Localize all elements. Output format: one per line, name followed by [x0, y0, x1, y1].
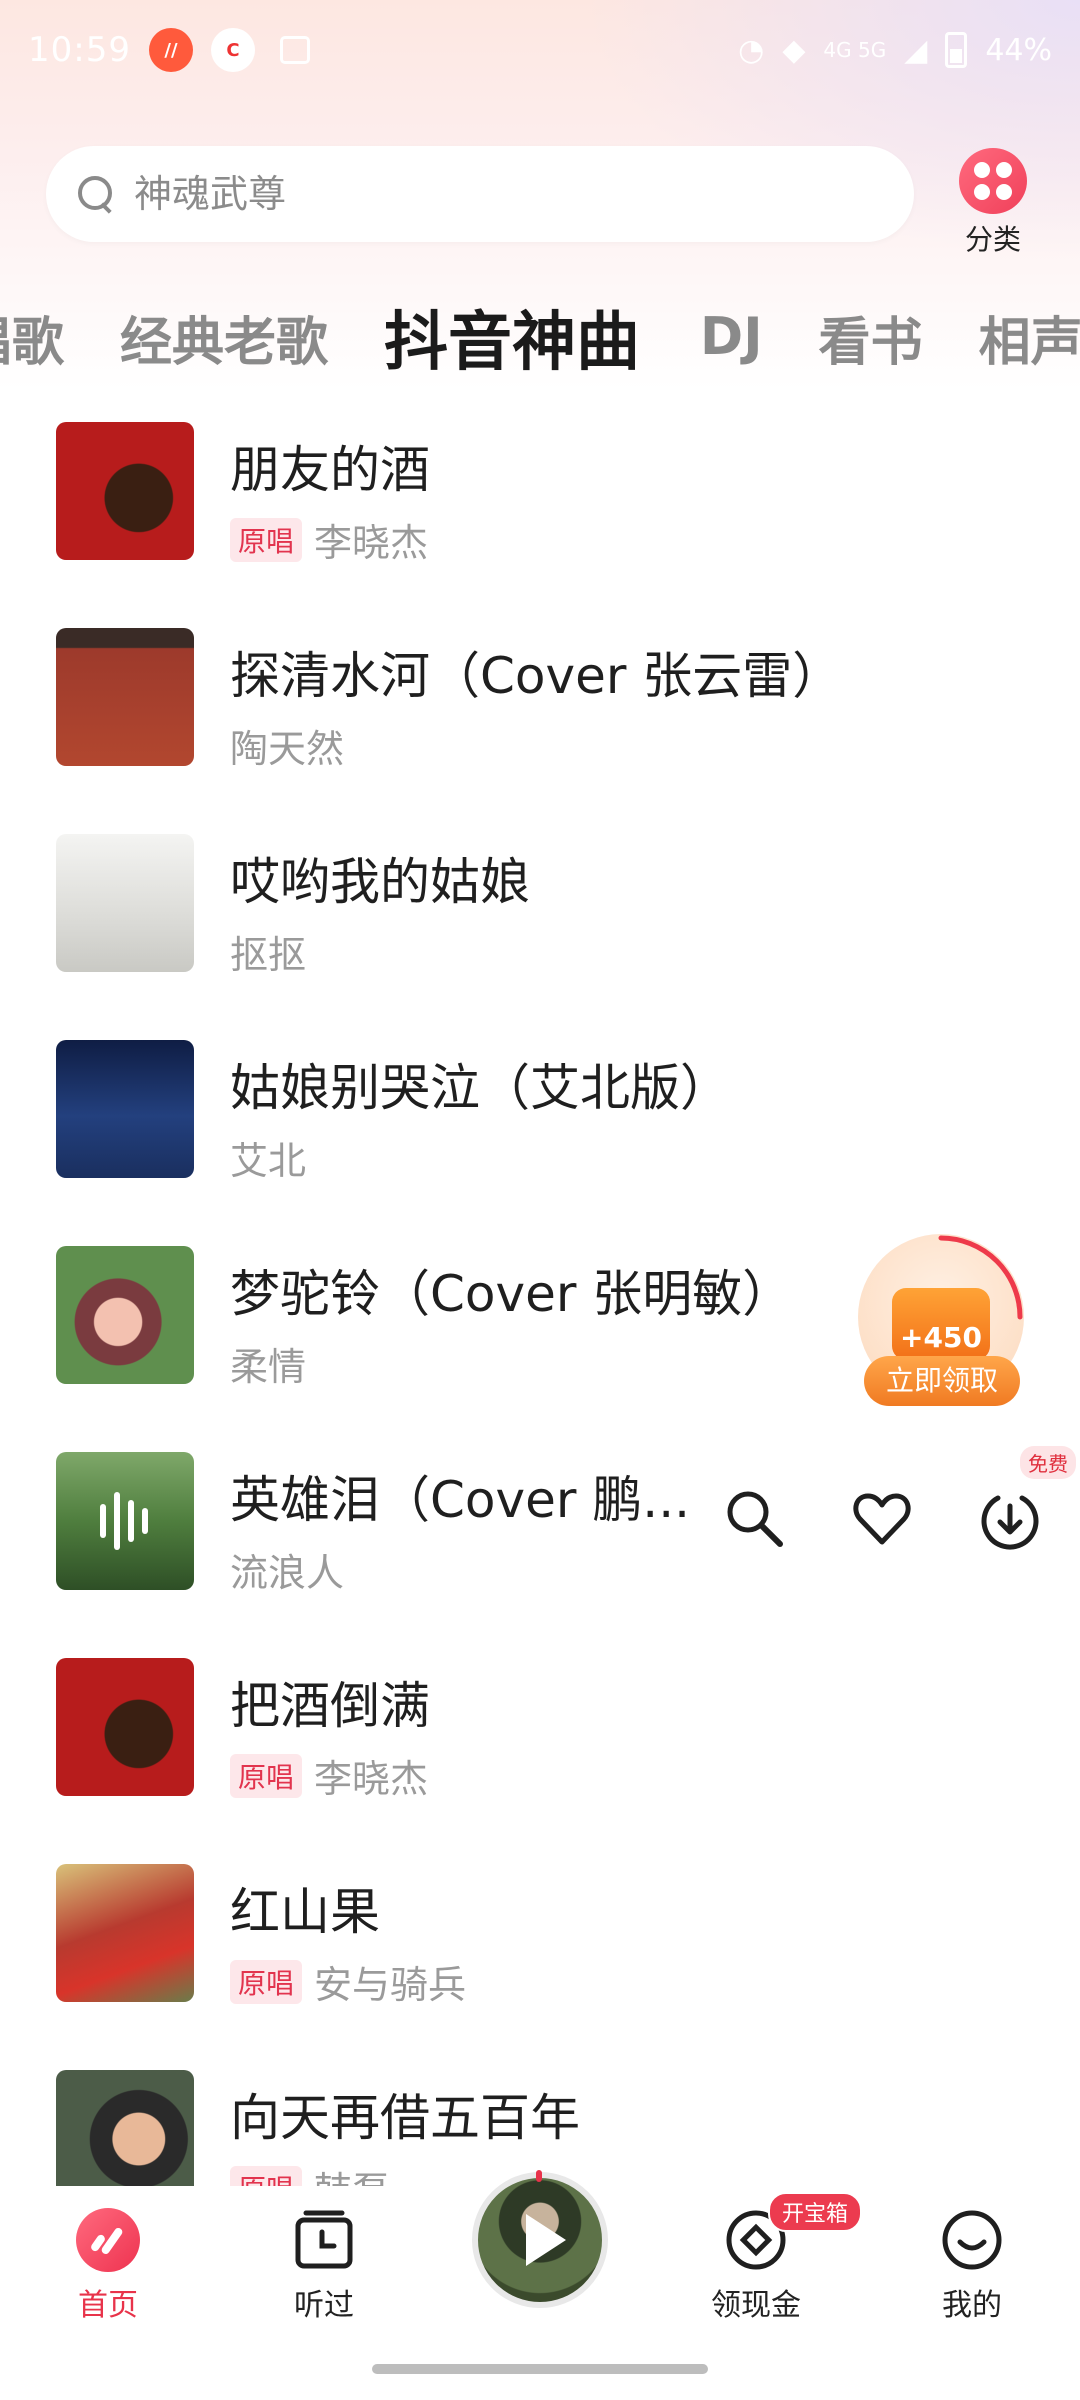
network-indicator: 4G 5G — [823, 38, 887, 62]
search-similar-button[interactable] — [722, 1486, 786, 1550]
search-icon — [727, 1491, 783, 1547]
song-row[interactable]: 红山果 原唱 安与骑兵 — [0, 1864, 1080, 2070]
album-cover — [56, 1864, 194, 2002]
profile-smile-icon — [942, 2210, 1002, 2270]
alarm-icon: ◔ — [738, 32, 765, 68]
song-row[interactable]: 哎哟我的姑娘 抠抠 — [0, 834, 1080, 1040]
heart-icon — [853, 1493, 911, 1545]
song-actions: 免费 — [722, 1446, 1076, 1550]
song-artist: 陶天然 — [230, 727, 345, 771]
like-button[interactable] — [850, 1486, 914, 1550]
song-artist: 李晓杰 — [314, 521, 429, 565]
playing-bars-icon — [100, 1492, 148, 1550]
album-cover — [56, 628, 194, 766]
cctv-notification-icon: C — [210, 28, 255, 72]
nav-mine-label: 我的 — [942, 2288, 1002, 2323]
song-row[interactable]: 探清水河（Cover 张云雷） 陶天然 — [0, 628, 1080, 834]
album-cover — [56, 1452, 194, 1590]
song-title: 向天再借五百年 — [230, 2089, 580, 2147]
song-row[interactable]: 英雄泪（Cover 鹏... 流浪人 免费 — [0, 1446, 1080, 1658]
song-artist: 抠抠 — [230, 933, 307, 977]
album-cover — [56, 1246, 194, 1384]
song-artist: 柔情 — [230, 1345, 307, 1389]
tab-dj[interactable]: DJ — [700, 307, 763, 367]
album-cover — [56, 834, 194, 972]
original-badge: 原唱 — [230, 517, 303, 562]
history-clock-icon — [295, 2210, 353, 2269]
song-title: 英雄泪（Cover 鹏... — [230, 1471, 690, 1529]
battery-icon — [945, 32, 968, 68]
tab-sing[interactable]: 唱歌 — [0, 300, 64, 375]
wifi-icon: ◆ — [782, 32, 806, 68]
reward-amount: +450 — [892, 1288, 990, 1360]
song-row[interactable]: 把酒倒满 原唱 李晓杰 — [0, 1658, 1080, 1864]
tab-classic-songs[interactable]: 经典老歌 — [120, 300, 328, 375]
song-title: 红山果 — [230, 1883, 380, 1941]
search-input[interactable] — [134, 172, 894, 216]
original-badge: 原唱 — [230, 1959, 303, 2004]
tab-douyin-hits[interactable]: 抖音神曲 — [384, 291, 640, 383]
home-logo-icon — [76, 2208, 140, 2272]
status-bar: 10:59 // C ◔ ◆ 4G 5G ◢ 44% — [0, 0, 1080, 100]
category-tabs: 唱歌 经典老歌 抖音神曲 DJ 看书 相声 — [0, 282, 1080, 392]
song-row[interactable]: 朋友的酒 原唱 李晓杰 — [0, 422, 1080, 628]
playback-progress-indicator — [536, 2170, 542, 2182]
nav-history-label: 听过 — [294, 2288, 354, 2323]
free-badge: 免费 — [1020, 1446, 1076, 1479]
category-label: 分类 — [964, 223, 1021, 256]
original-badge: 原唱 — [230, 1753, 303, 1798]
song-title: 把酒倒满 — [230, 1677, 430, 1735]
song-artist: 李晓杰 — [314, 1757, 429, 1801]
search-bar[interactable] — [46, 146, 914, 242]
nav-history[interactable]: 听过 — [254, 2208, 394, 2324]
tab-crosstalk[interactable]: 相声 — [979, 300, 1080, 375]
now-playing-disc[interactable] — [472, 2172, 608, 2308]
treasure-box-badge: 开宝箱 — [768, 2192, 863, 2232]
nav-cash-label: 领现金 — [711, 2288, 801, 2323]
nav-home[interactable]: 首页 — [38, 2208, 178, 2324]
cash-reward-float[interactable]: +450 立即领取 — [858, 1234, 1028, 1406]
app-notification-icon: // — [148, 28, 193, 72]
category-button[interactable]: 分类 — [950, 148, 1036, 258]
song-title: 姑娘别哭泣（艾北版） — [230, 1059, 730, 1117]
category-grid-icon — [959, 148, 1027, 214]
play-icon[interactable] — [526, 2214, 566, 2266]
nav-mine[interactable]: 我的 — [902, 2208, 1042, 2324]
album-cover — [56, 1040, 194, 1178]
tab-books[interactable]: 看书 — [819, 300, 923, 375]
song-title: 梦驼铃（Cover 张明敏） — [230, 1265, 793, 1323]
claim-button[interactable]: 立即领取 — [864, 1356, 1020, 1406]
song-row[interactable]: 姑娘别哭泣（艾北版） 艾北 — [0, 1040, 1080, 1246]
song-artist: 艾北 — [230, 1139, 307, 1183]
song-title: 朋友的酒 — [230, 441, 430, 499]
song-title: 哎哟我的姑娘 — [230, 853, 530, 911]
signal-icon: ◢ — [904, 32, 928, 68]
song-artist: 安与骑兵 — [314, 1963, 467, 2007]
album-cover — [56, 422, 194, 560]
status-time: 10:59 — [28, 30, 131, 70]
home-indicator[interactable] — [372, 2364, 708, 2374]
bag-notification-icon — [273, 28, 317, 72]
song-title: 探清水河（Cover 张云雷） — [230, 647, 843, 705]
album-cover — [56, 1658, 194, 1796]
nav-home-label: 首页 — [78, 2288, 138, 2323]
search-icon — [76, 174, 116, 214]
download-button[interactable]: 免费 — [978, 1446, 1076, 1550]
song-artist: 流浪人 — [230, 1551, 345, 1595]
battery-level: 44% — [985, 32, 1052, 68]
download-icon — [981, 1495, 1039, 1550]
